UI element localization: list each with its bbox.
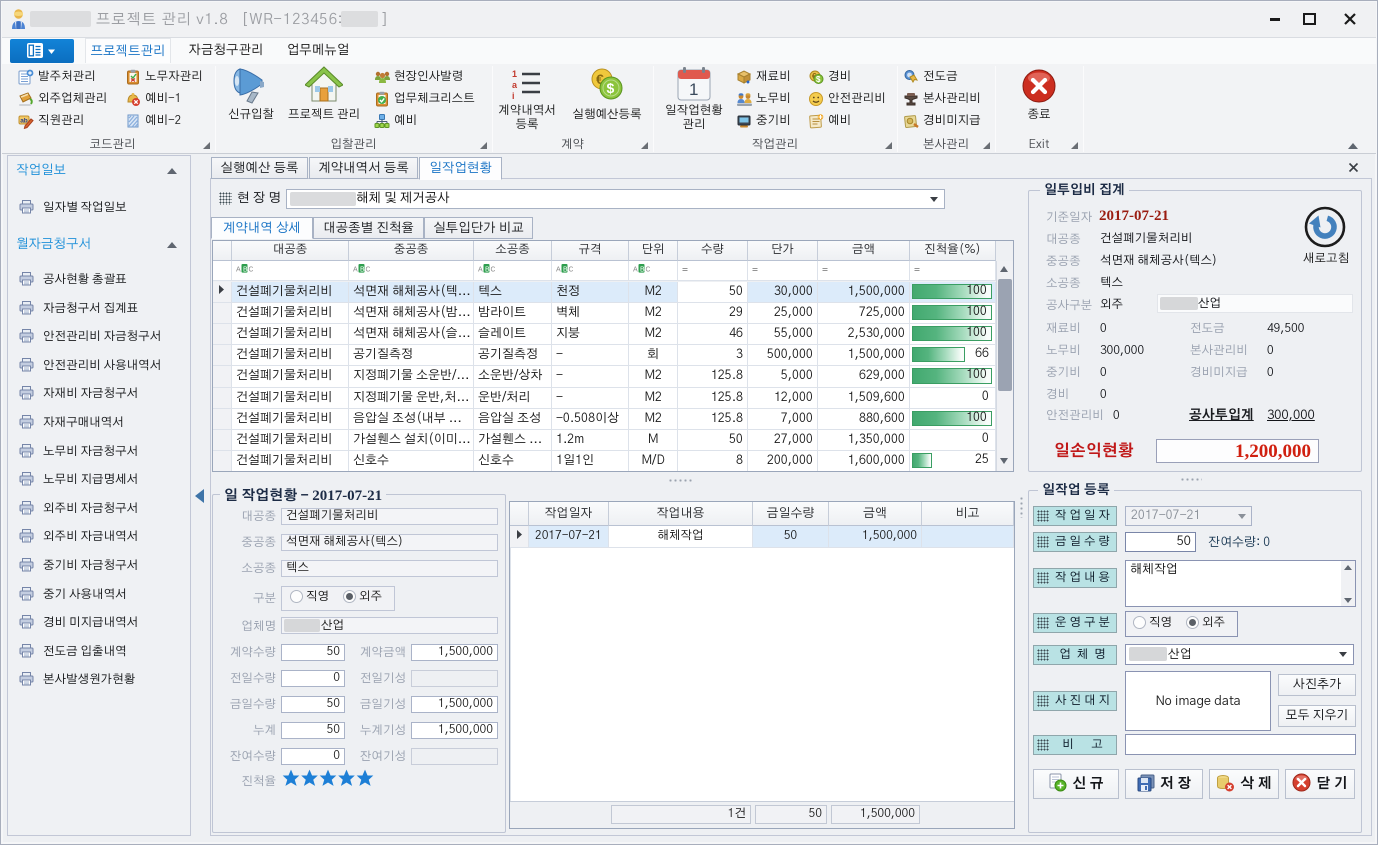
svg-text:C: C	[569, 267, 574, 274]
svg-text:C: C	[491, 267, 496, 274]
svg-text:a: a	[512, 80, 518, 90]
svg-text:B: B	[243, 267, 248, 274]
svg-text:C: C	[249, 267, 254, 274]
svg-text:A: A	[478, 267, 483, 274]
svg-text:C: C	[366, 267, 371, 274]
svg-text:$: $	[607, 80, 615, 96]
svg-text:B: B	[640, 267, 645, 274]
svg-text:C: C	[646, 267, 651, 274]
svg-text:A: A	[353, 267, 358, 274]
svg-text:i: i	[512, 91, 515, 101]
svg-text:A: A	[236, 267, 241, 274]
svg-text:$: $	[816, 75, 821, 84]
svg-text:1: 1	[689, 80, 698, 99]
svg-text:1: 1	[512, 69, 517, 79]
svg-text:A: A	[556, 267, 561, 274]
svg-text:A: A	[633, 267, 638, 274]
svg-text:B: B	[563, 267, 568, 274]
svg-text:B: B	[485, 267, 490, 274]
svg-text:B: B	[360, 267, 365, 274]
